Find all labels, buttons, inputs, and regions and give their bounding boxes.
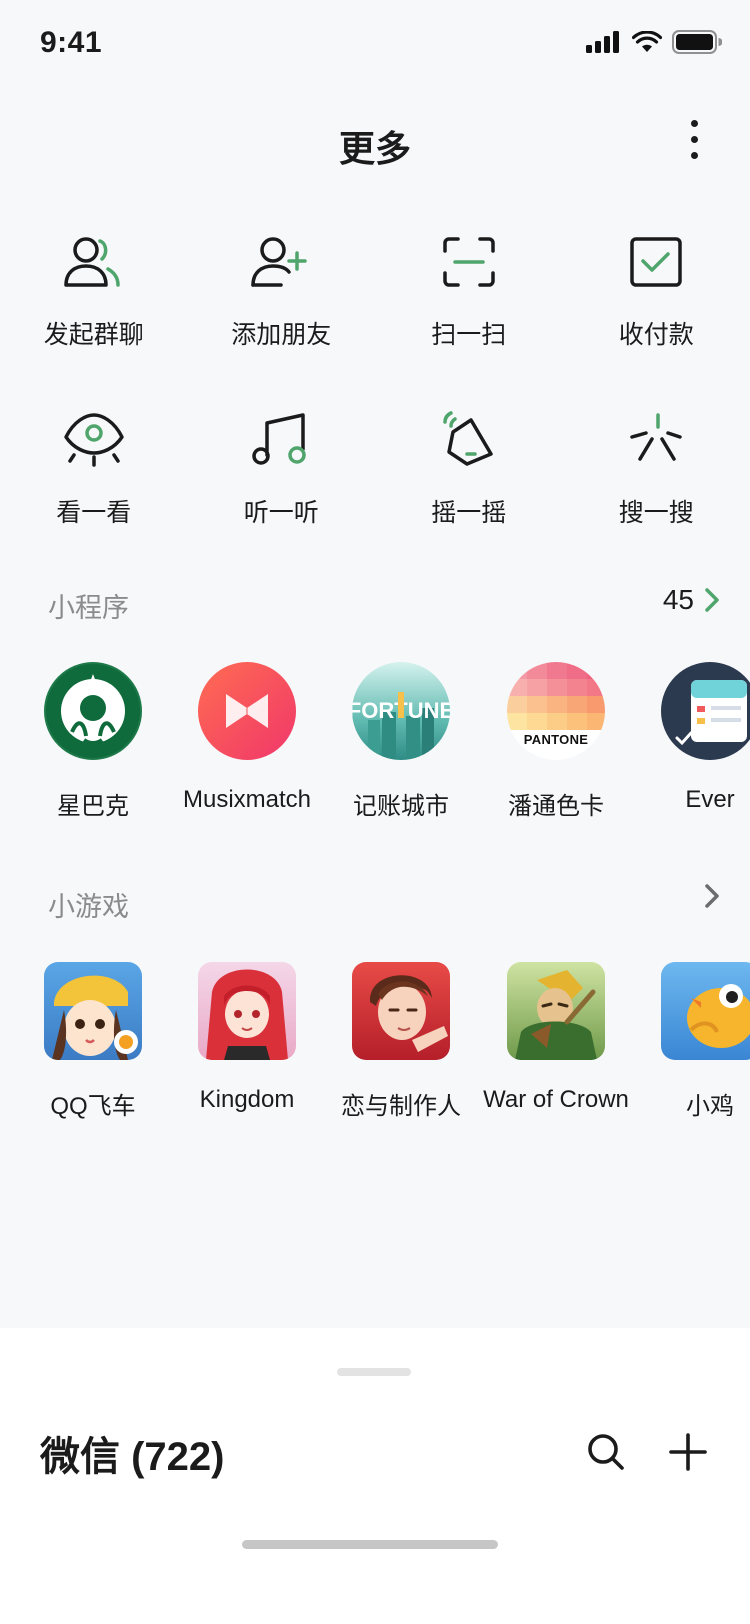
mini-games-title: 小游戏 xyxy=(48,892,129,922)
battery-icon xyxy=(672,30,722,54)
signal-icon xyxy=(586,31,619,53)
action-row: 发起群聊 添加朋友 扫一扫 收付款 xyxy=(0,225,750,403)
mini-program-name: 星巴克 xyxy=(57,793,129,820)
mini-programs-header: 小程序 45 xyxy=(48,578,720,628)
wechat-title: 微信 (722) xyxy=(40,1435,225,1479)
mini-game-name: War of Crown xyxy=(483,1086,629,1113)
action-label: 搜一搜 xyxy=(618,499,694,527)
more-options-button[interactable] xyxy=(688,120,700,168)
chevron-right-icon xyxy=(705,588,719,612)
mini-game-name: 恋与制作人 xyxy=(341,1093,461,1120)
mini-game-name: 小鸡 xyxy=(686,1093,734,1120)
more-dot-icon xyxy=(690,152,698,159)
scan-icon xyxy=(443,237,495,287)
action-look[interactable]: 看一看 xyxy=(0,403,188,581)
status-time: 9:41 xyxy=(40,26,103,59)
action-group-chat[interactable]: 发起群聊 xyxy=(0,225,188,403)
action-row: 看一看 听一听 摇一摇 搜一搜 xyxy=(0,403,750,581)
mini-games-header: 小游戏 xyxy=(48,877,720,927)
status-bar: 9:41 xyxy=(0,0,750,90)
plus-icon xyxy=(669,1433,707,1471)
action-label: 收付款 xyxy=(618,321,694,349)
action-label: 看一看 xyxy=(56,499,132,527)
mini-program-fortune-city[interactable]: FORTUNE 记账城市 xyxy=(321,662,481,821)
page-title: 更多 xyxy=(338,128,411,169)
mini-game-name: QQ飞车 xyxy=(50,1093,136,1120)
love-producer-game-icon xyxy=(352,962,450,1060)
mini-program-musixmatch[interactable]: Musixmatch xyxy=(167,662,327,814)
mini-program-name: 潘通色卡 xyxy=(508,793,604,820)
action-payment[interactable]: 收付款 xyxy=(563,225,750,403)
home-indicator xyxy=(242,1540,498,1549)
mini-game-name: Kingdom xyxy=(199,1086,295,1113)
war-of-crown-game-icon xyxy=(507,962,605,1060)
mini-game-war-of-crown[interactable]: War of Crown xyxy=(476,962,636,1114)
group-chat-icon xyxy=(64,237,120,287)
pantone-logo-text: PANTONE xyxy=(523,732,589,747)
eye-icon xyxy=(64,413,124,467)
mini-game-qq-speed[interactable]: QQ飞车 xyxy=(13,962,173,1121)
pantone-logo: PANTONE xyxy=(507,662,605,760)
mini-game-love-producer[interactable]: 恋与制作人 xyxy=(321,962,481,1121)
mini-programs-count: 45 xyxy=(662,584,694,615)
chat-list-sheet: 微信 (722) xyxy=(0,1328,750,1624)
more-dot-icon xyxy=(690,136,698,143)
chevron-right-icon xyxy=(705,884,719,908)
fortune-city-logo: FORTUNE xyxy=(352,662,450,760)
action-label: 发起群聊 xyxy=(43,321,144,349)
mini-program-name: Musixmatch xyxy=(182,786,312,813)
mini-program-ever[interactable]: Ever xyxy=(630,662,750,814)
wifi-icon xyxy=(632,31,662,52)
qq-speed-game-icon xyxy=(44,962,142,1060)
musixmatch-logo xyxy=(198,662,296,760)
action-listen[interactable]: 听一听 xyxy=(188,403,376,581)
action-label: 听一听 xyxy=(243,499,319,527)
mini-programs-more-button[interactable]: 45 xyxy=(663,584,720,616)
action-scan[interactable]: 扫一扫 xyxy=(375,225,563,403)
action-label: 摇一摇 xyxy=(431,499,507,527)
search-star-icon xyxy=(630,413,682,461)
chick-game-icon xyxy=(661,962,750,1060)
action-label: 添加朋友 xyxy=(231,321,332,349)
kingdom-game-icon xyxy=(198,962,296,1060)
add-button[interactable] xyxy=(668,1432,708,1477)
action-shake[interactable]: 摇一摇 xyxy=(375,403,563,581)
shake-phone-icon xyxy=(443,411,493,466)
action-label: 扫一扫 xyxy=(431,321,507,349)
action-search[interactable]: 搜一搜 xyxy=(563,403,750,581)
action-add-friend[interactable]: 添加朋友 xyxy=(188,225,376,403)
more-dot-icon xyxy=(690,120,698,127)
sheet-drag-handle[interactable] xyxy=(337,1368,411,1376)
mini-program-name: Ever xyxy=(685,786,735,813)
search-button[interactable] xyxy=(586,1432,626,1477)
mini-programs-row: 星巴克 Musixmatch FORTUNE 记账城市 xyxy=(0,662,750,832)
mini-game-chick[interactable]: 小鸡 xyxy=(630,962,750,1121)
action-grid: 发起群聊 添加朋友 扫一扫 收付款 看一看 听一听 摇一摇 搜一搜 xyxy=(0,225,750,581)
mini-games-more-button[interactable] xyxy=(704,883,720,909)
mini-program-name: 记账城市 xyxy=(353,793,449,820)
add-friend-icon xyxy=(251,237,307,287)
ever-app-logo xyxy=(661,662,750,760)
mini-games-row: QQ飞车 Kingdom 恋与制作人 War of Crown 小鸡 xyxy=(0,962,750,1132)
starbucks-logo xyxy=(44,662,142,760)
status-icons xyxy=(586,30,722,54)
music-note-icon xyxy=(252,413,306,465)
page-header: 更多 xyxy=(0,110,750,180)
mini-program-starbucks[interactable]: 星巴克 xyxy=(13,662,173,821)
mini-programs-title: 小程序 xyxy=(48,593,129,623)
mini-program-pantone[interactable]: PANTONE 潘通色卡 xyxy=(476,662,636,821)
search-icon xyxy=(588,1434,624,1470)
mini-game-kingdom[interactable]: Kingdom xyxy=(167,962,327,1114)
payment-icon xyxy=(630,237,682,287)
